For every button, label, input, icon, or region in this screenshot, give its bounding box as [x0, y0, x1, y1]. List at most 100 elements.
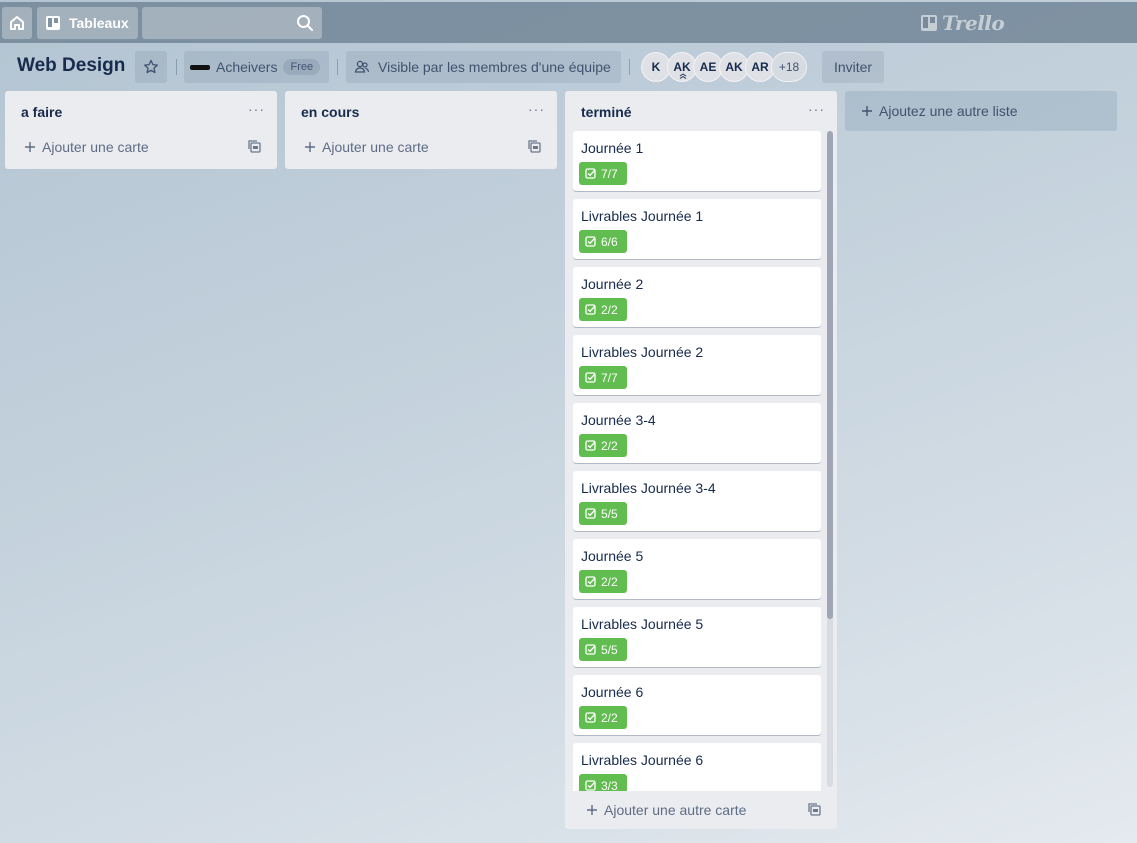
boards-label: Tableaux [69, 15, 129, 31]
checklist-badge: 5/5 [579, 502, 627, 525]
admin-chevron-icon [679, 73, 687, 79]
checklist-count: 2/2 [601, 710, 618, 725]
checklist-badge: 2/2 [579, 706, 627, 729]
scrollbar-thumb[interactable] [827, 131, 833, 619]
card[interactable]: Journée 2 2/2 [573, 267, 821, 327]
list-menu-icon[interactable]: ··· [248, 101, 265, 117]
checklist-badge: 2/2 [579, 298, 627, 321]
logo-text: Trello [942, 11, 1005, 35]
checklist-icon [585, 440, 596, 451]
checklist-count: 5/5 [601, 506, 618, 521]
card[interactable]: Journée 3-4 2/2 [573, 403, 821, 463]
card[interactable]: Journée 1 7/7 [573, 131, 821, 191]
checklist-count: 7/7 [601, 370, 618, 385]
search-box[interactable] [142, 7, 322, 39]
member-initials: AK [673, 60, 691, 74]
home-button[interactable] [2, 7, 32, 39]
add-card-button[interactable]: Ajouter une carte [5, 131, 277, 163]
checklist-badge: 7/7 [579, 366, 627, 389]
plus-icon [862, 106, 872, 116]
checklist-count: 2/2 [601, 302, 618, 317]
checklist-badge: 3/3 [579, 774, 627, 791]
card[interactable]: Livrables Journée 2 7/7 [573, 335, 821, 395]
list-title[interactable]: en cours [301, 104, 359, 120]
boards-icon [46, 16, 60, 30]
card-title: Livrables Journée 1 [581, 208, 704, 224]
checklist-badge: 7/7 [579, 162, 627, 185]
checklist-count: 7/7 [601, 166, 618, 181]
add-list-label: Ajoutez une autre liste [879, 103, 1018, 119]
board-header: Web Design Acheivers Free Visible par le… [0, 50, 1137, 84]
list-en-cours: en cours ··· Ajouter une carte [285, 91, 557, 169]
list-header: a faire ··· [5, 91, 277, 131]
checklist-icon [585, 508, 596, 519]
card[interactable]: Livrables Journée 6 3/3 [573, 743, 821, 791]
boards-button[interactable]: Tableaux [37, 7, 138, 39]
board-title[interactable]: Web Design [17, 55, 125, 77]
card[interactable]: Journée 6 2/2 [573, 675, 821, 735]
add-card-button[interactable]: Ajouter une carte [285, 131, 557, 163]
checklist-count: 2/2 [601, 438, 618, 453]
card-title: Livrables Journée 5 [581, 616, 704, 632]
top-nav-bar: Tableaux Trello [0, 2, 1137, 43]
checklist-count: 2/2 [601, 574, 618, 589]
checklist-count: 3/3 [601, 778, 618, 792]
checklist-icon [585, 644, 596, 655]
team-plan-badge: Free [283, 59, 321, 75]
checklist-icon [585, 236, 596, 247]
card-title: Journée 2 [581, 276, 644, 292]
list-menu-icon[interactable]: ··· [808, 101, 825, 117]
card-title: Livrables Journée 2 [581, 344, 704, 360]
team-logo [190, 64, 210, 70]
card-template-icon[interactable] [808, 803, 821, 816]
card[interactable]: Livrables Journée 1 6/6 [573, 199, 821, 259]
search-input[interactable] [142, 7, 292, 39]
add-card-label: Ajouter une carte [42, 139, 149, 155]
list-header: terminé ··· [565, 91, 837, 131]
list-title[interactable]: terminé [581, 104, 632, 120]
checklist-icon [585, 576, 596, 587]
search-icon[interactable] [296, 14, 314, 32]
checklist-icon [585, 168, 596, 179]
checklist-badge: 5/5 [579, 638, 627, 661]
card[interactable]: Livrables Journée 5 5/5 [573, 607, 821, 667]
checklist-icon [585, 372, 596, 383]
list-menu-icon[interactable]: ··· [528, 101, 545, 117]
trello-logo-icon [921, 15, 937, 31]
card[interactable]: Livrables Journée 3-4 5/5 [573, 471, 821, 531]
star-icon [144, 59, 158, 74]
trello-logo[interactable]: Trello [920, 11, 1005, 35]
team-button[interactable]: Acheivers Free [184, 51, 329, 83]
plus-icon [25, 142, 35, 152]
more-members-button[interactable]: +18 [771, 52, 807, 82]
invite-button[interactable]: Inviter [822, 51, 884, 83]
header-divider [629, 59, 630, 75]
add-card-button[interactable]: Ajouter une autre carte [565, 791, 837, 829]
visibility-label: Visible par les membres d'une équipe [378, 59, 611, 75]
card-title: Journée 5 [581, 548, 644, 564]
list-termine: terminé ··· Journée 1 7/7 Livrables Journé… [565, 91, 837, 829]
header-divider [337, 59, 338, 75]
card[interactable]: Journée 5 2/2 [573, 539, 821, 599]
star-button[interactable] [135, 51, 167, 83]
checklist-badge: 2/2 [579, 570, 627, 593]
scrollbar[interactable] [827, 131, 833, 787]
card-template-icon[interactable] [248, 140, 261, 153]
card-title: Livrables Journée 3-4 [581, 480, 716, 496]
add-card-label: Ajouter une autre carte [604, 802, 747, 818]
visibility-button[interactable]: Visible par les membres d'une équipe [346, 51, 621, 83]
card-template-icon[interactable] [528, 140, 541, 153]
add-list-button[interactable]: Ajoutez une autre liste [845, 91, 1117, 131]
list-header: en cours ··· [285, 91, 557, 131]
team-name: Acheivers [216, 59, 278, 75]
card-title: Journée 6 [581, 684, 644, 700]
card-title: Livrables Journée 6 [581, 752, 704, 768]
cards-container: Journée 1 7/7 Livrables Journée 1 6/6 Journé… [565, 131, 837, 791]
card-title: Journée 3-4 [581, 412, 656, 428]
list-a-faire: a faire ··· Ajouter une carte [5, 91, 277, 169]
checklist-badge: 6/6 [579, 230, 627, 253]
team-visibility-icon [354, 60, 370, 73]
list-title[interactable]: a faire [21, 104, 62, 120]
plus-icon [587, 805, 597, 815]
add-card-label: Ajouter une carte [322, 139, 429, 155]
